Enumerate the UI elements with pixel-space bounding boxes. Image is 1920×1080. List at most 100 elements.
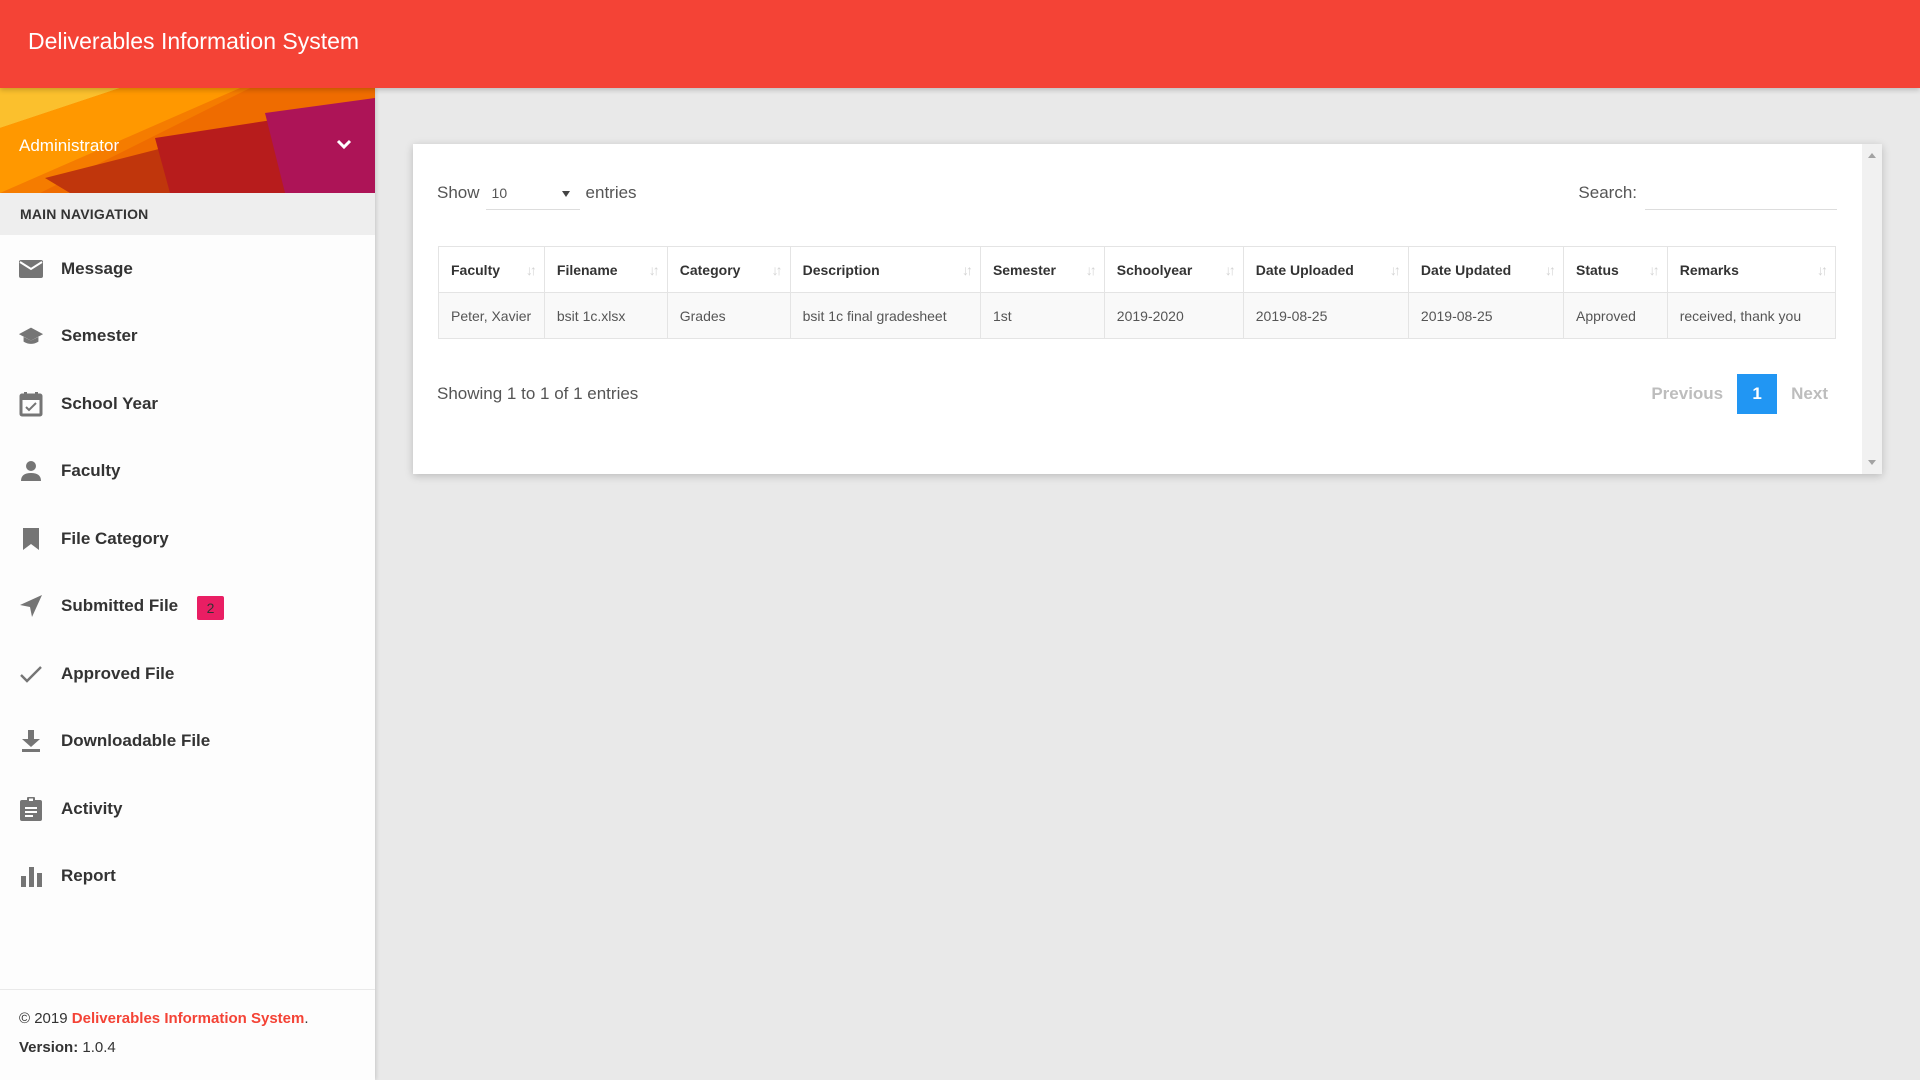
- sidebar-item-faculty[interactable]: Faculty: [0, 438, 375, 506]
- version-value: 1.0.4: [82, 1039, 116, 1056]
- previous-page-button[interactable]: Previous: [1637, 384, 1737, 404]
- version: Version: 1.0.4: [19, 1039, 116, 1056]
- cell-date-uploaded: 2019-08-25: [1242, 292, 1409, 339]
- send-icon: [18, 593, 44, 619]
- column-header-category[interactable]: Category ↓↑: [666, 246, 791, 293]
- scroll-down-arrow-icon[interactable]: [1868, 460, 1876, 465]
- person-icon: [18, 458, 44, 484]
- cell-date-updated: 2019-08-25: [1407, 292, 1565, 339]
- column-header-semester[interactable]: Semester ↓↑: [979, 246, 1105, 293]
- table-header-row: Faculty ↓↑ Filename ↓↑ Category ↓↑ Descript…: [438, 246, 1837, 293]
- sidebar-item-report[interactable]: Report: [0, 843, 375, 911]
- cell-schoolyear: 2019-2020: [1103, 292, 1244, 339]
- table-row[interactable]: Peter, Xavier bsit 1c.xlsx Grades bsit 1…: [438, 292, 1837, 339]
- nav-list: Message Semester School Year Faculty Fil…: [0, 235, 375, 910]
- sidebar-item-label: Activity: [61, 798, 123, 818]
- sidebar-item-label: Downloadable File: [61, 731, 211, 751]
- sort-icon: ↓↑: [1817, 262, 1828, 278]
- dropdown-arrow-icon: [561, 191, 570, 197]
- column-header-status[interactable]: Status ↓↑: [1563, 246, 1668, 293]
- copyright: © 2019 Deliverables Information System.: [19, 1010, 309, 1027]
- cell-filename: bsit 1c.xlsx: [543, 292, 668, 339]
- entries-label: entries: [585, 183, 637, 202]
- sort-icon: ↓↑: [1085, 262, 1097, 278]
- check-icon: [18, 661, 44, 687]
- sidebar-item-label: Faculty: [61, 461, 121, 481]
- sidebar-item-school-year[interactable]: School Year: [0, 370, 375, 438]
- user-name: Administrator: [19, 136, 120, 155]
- user-info-banner: Administrator: [0, 88, 375, 193]
- submitted-files-table: Faculty ↓↑ Filename ↓↑ Category ↓↑ Descript…: [438, 246, 1837, 339]
- copyright-link[interactable]: Deliverables Information System: [72, 1010, 305, 1027]
- chevron-down-icon[interactable]: [334, 137, 354, 153]
- calendar-check-icon: [18, 391, 44, 417]
- sort-icon: ↓↑: [1648, 262, 1660, 278]
- entries-per-page-value: 10: [491, 185, 508, 201]
- pagination: Previous 1 Next: [1637, 374, 1842, 414]
- column-header-faculty[interactable]: Faculty ↓↑: [438, 246, 545, 293]
- sidebar-footer: © 2019 Deliverables Information System. …: [0, 989, 375, 1080]
- column-label: Date Updated: [1420, 261, 1512, 278]
- search-label: Search:: [1578, 183, 1637, 202]
- sidebar-item-file-category[interactable]: File Category: [0, 505, 375, 573]
- show-label: Show: [437, 183, 480, 202]
- next-page-button[interactable]: Next: [1777, 384, 1842, 404]
- column-label: Semester: [992, 261, 1056, 278]
- top-navbar: Deliverables Information System: [0, 0, 1920, 88]
- cell-status: Approved: [1563, 292, 1668, 339]
- sidebar-item-label: Report: [61, 866, 116, 886]
- sidebar-item-downloadable-file[interactable]: Downloadable File: [0, 708, 375, 776]
- column-header-date-uploaded[interactable]: Date Uploaded ↓↑: [1242, 246, 1409, 293]
- scroll-up-arrow-icon[interactable]: [1868, 153, 1876, 158]
- sidebar-item-semester[interactable]: Semester: [0, 303, 375, 371]
- column-header-schoolyear[interactable]: Schoolyear ↓↑: [1103, 246, 1244, 293]
- column-header-remarks[interactable]: Remarks ↓↑: [1666, 246, 1837, 293]
- entries-length-control: Show 10 entries: [437, 176, 637, 210]
- sort-icon: ↓↑: [525, 262, 537, 278]
- download-icon: [18, 728, 44, 754]
- column-label: Date Uploaded: [1255, 261, 1354, 278]
- copyright-prefix: © 2019: [19, 1010, 68, 1027]
- column-header-description[interactable]: Description ↓↑: [789, 246, 981, 293]
- column-label: Remarks: [1679, 261, 1739, 278]
- sidebar-item-label: Semester: [61, 326, 138, 346]
- column-label: Faculty: [451, 261, 501, 278]
- column-header-filename[interactable]: Filename ↓↑: [543, 246, 668, 293]
- cell-remarks: received, thank you: [1666, 292, 1837, 339]
- sidebar-item-label: Submitted File: [61, 596, 179, 616]
- sort-icon: ↓↑: [1224, 262, 1236, 278]
- sidebar-item-label: Approved File: [61, 663, 175, 683]
- column-header-date-updated[interactable]: Date Updated ↓↑: [1407, 246, 1565, 293]
- sort-icon: ↓↑: [1545, 262, 1556, 278]
- sidebar-item-submitted-file[interactable]: Submitted File 2: [0, 573, 375, 641]
- sort-icon: ↓↑: [1389, 262, 1401, 278]
- cell-description: bsit 1c final gradesheet: [789, 292, 981, 339]
- sidebar-item-label: File Category: [61, 528, 169, 548]
- column-label: Schoolyear: [1116, 261, 1193, 278]
- main-navigation-header: MAIN NAVIGATION: [0, 193, 375, 235]
- cell-category: Grades: [666, 292, 791, 339]
- card-scrollbar[interactable]: [1862, 144, 1882, 474]
- column-label: Filename: [556, 261, 618, 278]
- mail-icon: [18, 256, 44, 282]
- sort-icon: ↓↑: [771, 262, 783, 278]
- copyright-suffix: .: [304, 1010, 309, 1027]
- sidebar: Administrator MAIN NAVIGATION Message Se…: [0, 88, 375, 1080]
- column-label: Status: [1576, 261, 1619, 278]
- page-button-current[interactable]: 1: [1737, 374, 1778, 414]
- sidebar-item-approved-file[interactable]: Approved File: [0, 640, 375, 708]
- table-info: Showing 1 to 1 of 1 entries: [437, 384, 639, 403]
- sidebar-item-activity[interactable]: Activity: [0, 775, 375, 843]
- clipboard-icon: [18, 796, 44, 822]
- sidebar-item-label: Message: [61, 258, 133, 278]
- app-title[interactable]: Deliverables Information System: [28, 28, 359, 55]
- search-input[interactable]: [1645, 176, 1837, 210]
- sidebar-item-label: School Year: [61, 393, 159, 413]
- sort-icon: ↓↑: [961, 262, 973, 278]
- search-control: Search:: [1578, 176, 1837, 210]
- sidebar-item-message[interactable]: Message: [0, 235, 375, 303]
- graduation-cap-icon: [18, 323, 44, 349]
- cell-semester: 1st: [979, 292, 1105, 339]
- cell-faculty: Peter, Xavier: [438, 292, 545, 339]
- entries-per-page-select[interactable]: 10: [485, 176, 580, 210]
